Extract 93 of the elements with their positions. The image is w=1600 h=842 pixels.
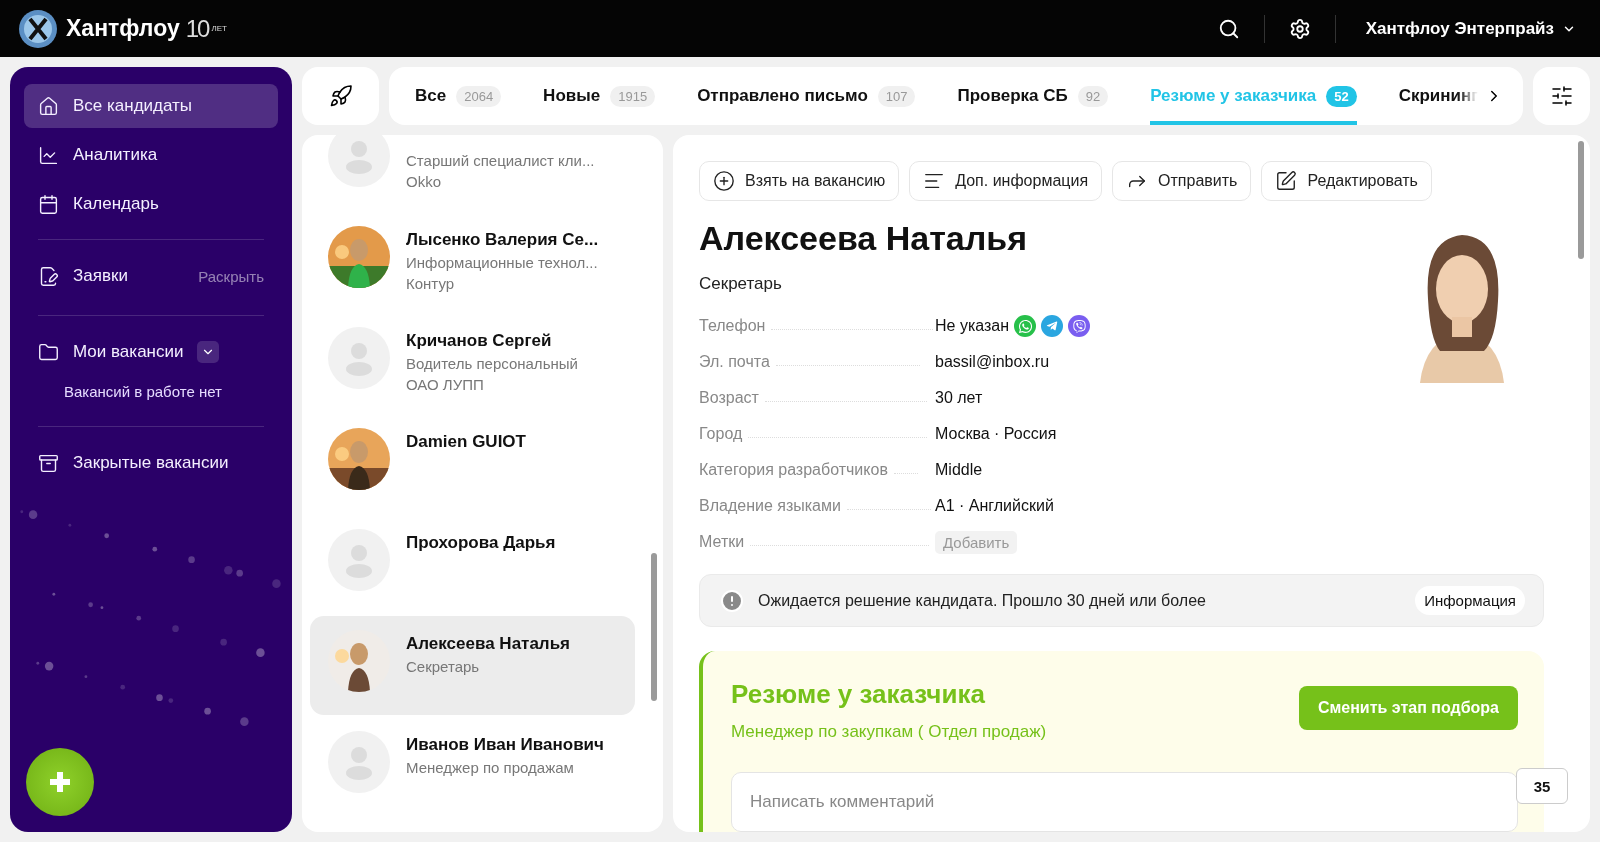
settings-icon[interactable]: [1288, 17, 1311, 40]
candidate-position: Водитель персональный: [406, 355, 578, 372]
sidebar-item[interactable]: Закрытые вакансии: [24, 441, 278, 485]
field-label: Метки: [699, 533, 745, 551]
expand-link[interactable]: Раскрыть: [198, 267, 264, 285]
sidebar-item[interactable]: Заявки Раскрыть: [24, 254, 278, 298]
candidate-position: Менеджер по продажам: [406, 759, 575, 776]
avatar-placeholder-icon: [328, 135, 390, 187]
telegram-icon[interactable]: [1041, 315, 1064, 337]
candidate-item[interactable]: Иванов Иван Иванович Менеджер по продажам: [310, 717, 635, 816]
stage-title: Резюме у заказчика: [731, 679, 986, 710]
field-label: Владение языками: [699, 497, 841, 515]
action-button[interactable]: Доп. информация: [909, 161, 1103, 201]
candidate-position: Информационные технол...: [406, 254, 599, 271]
avatar-placeholder-icon: [328, 327, 390, 389]
candidate-name: Иванов Иван Иванович: [406, 735, 604, 755]
info-button[interactable]: Информация: [1415, 586, 1525, 615]
home-icon: [38, 95, 59, 117]
anniversary-number: 10: [185, 14, 209, 43]
plus-icon: [48, 770, 72, 794]
rocket-button[interactable]: [302, 67, 379, 125]
candidate-item[interactable]: Алексеева Наталья Секретарь: [310, 616, 635, 715]
field-value: Москва · Россия: [935, 425, 1057, 443]
sidebar-item[interactable]: Аналитика: [24, 133, 278, 177]
logo-icon: [18, 8, 58, 49]
field-value: Middle: [935, 461, 983, 479]
candidate-name: Прохорова Дарья: [406, 533, 556, 553]
count-badge: 92: [1077, 85, 1109, 107]
action-button[interactable]: Отправить: [1112, 161, 1252, 201]
field-value: Не указан: [935, 317, 1010, 335]
plus-circle-icon: [713, 170, 735, 192]
anniversary-text: ЛЕТ: [211, 24, 227, 33]
comment-field[interactable]: Написать комментарий: [731, 772, 1518, 832]
scrollbar-thumb[interactable]: [1578, 141, 1584, 259]
candidate-company: Okko: [406, 173, 442, 190]
candidate-position: Старший специалист кли...: [406, 152, 595, 169]
archive-icon: [38, 452, 59, 474]
action-button[interactable]: Взять на вакансию: [699, 161, 900, 201]
comment-count-bubble[interactable]: 35: [1516, 768, 1568, 804]
candidate-company: Контур: [406, 275, 456, 292]
candidate-name: Лысенко Валерия Се...: [406, 230, 599, 250]
candidate-company: ОАО ЛУПП: [406, 376, 485, 393]
candidate-item[interactable]: Кричанов Сергей Водитель персональный ОАО ЛУПП: [310, 313, 635, 412]
logo-name: Хантфлоу: [66, 15, 180, 42]
status-tab[interactable]: Отправлено письмо 107: [697, 67, 916, 125]
candidate-name: Damien GUIOT: [406, 432, 526, 452]
dropdown-button[interactable]: [197, 341, 220, 363]
sidebar-item[interactable]: Мои вакансии: [24, 330, 278, 374]
field-label: Город: [699, 425, 743, 443]
action-button[interactable]: Редактировать: [1261, 161, 1432, 201]
scrollbar-thumb[interactable]: [651, 553, 657, 701]
edit-icon: [1275, 170, 1298, 192]
chart-icon: [38, 144, 59, 166]
alert-icon: [720, 588, 744, 613]
field-label: Возраст: [699, 389, 759, 407]
sidebar-item[interactable]: Календарь: [24, 182, 278, 226]
candidate-item[interactable]: Лысенко Валерия Се... Информационные технол... Контур: [310, 212, 635, 311]
candidate-item[interactable]: Damien GUIOT: [310, 414, 635, 513]
candidate-position: Секретарь: [699, 274, 783, 294]
status-tab[interactable]: Новые 1915: [543, 67, 656, 125]
sidebar-item[interactable]: Все кандидаты: [24, 84, 278, 128]
field-value: bassil@inbox.ru: [935, 353, 1050, 371]
candidate-item[interactable]: Прохорова Дарья: [310, 515, 635, 614]
folder-icon: [38, 341, 59, 363]
filter-button[interactable]: [1533, 67, 1590, 125]
status-tab[interactable]: Все 2064: [415, 67, 502, 125]
candidate-name: Кричанов Сергей: [406, 331, 553, 351]
rocket-icon: [328, 84, 353, 108]
field-label: Эл. почта: [699, 353, 770, 371]
field-value: 30 лет: [935, 389, 983, 407]
field-value: A1 · Английский: [935, 497, 1054, 515]
avatar-placeholder-icon: [328, 731, 390, 793]
count-badge: 1915: [610, 85, 656, 107]
count-badge: 2064: [456, 85, 502, 107]
calendar-icon: [38, 193, 59, 215]
search-icon[interactable]: [1217, 17, 1240, 40]
avatar-placeholder-icon: [328, 529, 390, 591]
field-label: Телефон: [699, 317, 766, 335]
field-label: Категория разработчиков: [699, 461, 888, 479]
candidate-item[interactable]: Старший специалист кли... Okko: [310, 135, 635, 210]
document-pen-icon: [38, 265, 59, 287]
candidate-full-name: Алексеева Наталья: [699, 219, 1029, 258]
sliders-icon: [1549, 84, 1574, 108]
viber-icon[interactable]: [1068, 315, 1091, 337]
status-tab[interactable]: Проверка СБ 92: [957, 67, 1109, 125]
count-badge: 52: [1326, 85, 1357, 107]
account-menu[interactable]: Хантфлоу Энтерпрайз: [1335, 18, 1576, 39]
alert-text: Ожидается решение кандидата. Прошло 30 дней или более: [758, 591, 1207, 610]
candidate-position: Секретарь: [406, 658, 481, 675]
status-tab[interactable]: Скрининг: [1398, 67, 1479, 125]
candidate-name: Алексеева Наталья: [406, 634, 571, 654]
count-badge: 107: [877, 85, 916, 107]
empty-note: Вакансий в работе нет: [63, 382, 223, 402]
